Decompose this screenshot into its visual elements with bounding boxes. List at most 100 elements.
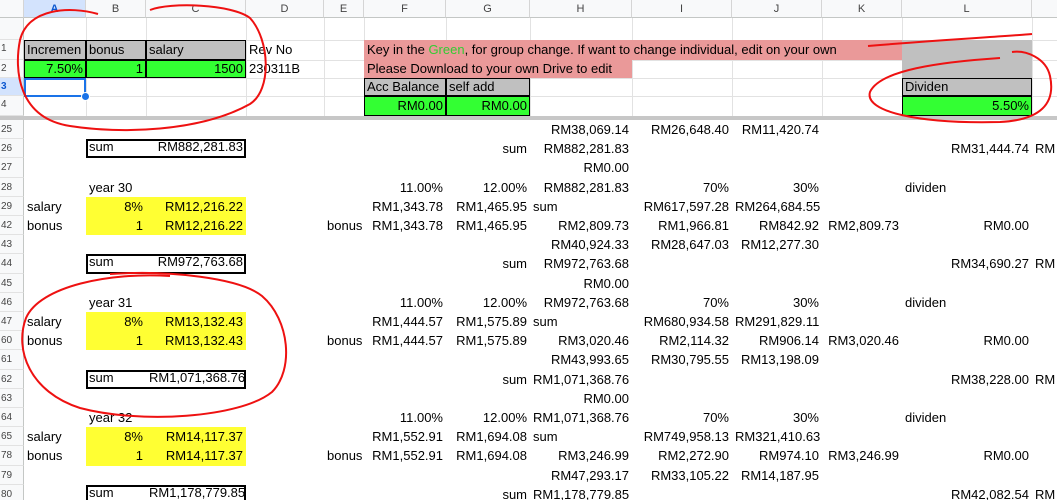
cell-h78[interactable]: RM3,246.99 xyxy=(530,446,632,466)
row-header[interactable]: 46 xyxy=(0,293,24,312)
note-instruction[interactable]: Key in the Green, for group change. If w… xyxy=(364,40,902,60)
cell-i79[interactable]: RM33,105.22 xyxy=(632,466,732,485)
cell-f60[interactable]: RM1,444.57 xyxy=(364,331,446,350)
cell-g60[interactable]: RM1,575.89 xyxy=(446,331,530,350)
cell-l1[interactable] xyxy=(902,40,1032,60)
cell-c29[interactable]: RM12,216.22 xyxy=(146,197,246,216)
cell-g29[interactable]: RM1,465.95 xyxy=(446,197,530,216)
cell-i29[interactable]: RM617,597.28 xyxy=(632,197,732,216)
cell-j46[interactable]: 30% xyxy=(732,293,822,312)
cell-c65[interactable]: RM14,117.37 xyxy=(146,427,246,446)
cell-i42[interactable]: RM1,966.81 xyxy=(632,216,732,235)
cell-a1-increment-label[interactable]: Incremen xyxy=(24,40,86,60)
cell-c42[interactable]: RM12,216.22 xyxy=(146,216,246,235)
cell-b1-bonus-label[interactable]: bonus xyxy=(86,40,146,60)
cell-g78[interactable]: RM1,694.08 xyxy=(446,446,530,466)
cell-i47[interactable]: RM680,934.58 xyxy=(632,312,732,331)
cell-i46[interactable]: 70% xyxy=(632,293,732,312)
row-header[interactable]: 44 xyxy=(0,254,24,274)
cell-m44[interactable]: RM xyxy=(1032,254,1057,274)
cell-i25[interactable]: RM26,648.40 xyxy=(632,120,732,139)
cell-h62[interactable]: RM1,071,368.76 xyxy=(530,370,632,389)
row-header[interactable]: 43 xyxy=(0,235,24,254)
cell-h27[interactable]: RM0.00 xyxy=(530,158,632,178)
cell-j61[interactable]: RM13,198.09 xyxy=(732,350,822,370)
note-download[interactable]: Please Download to your own Drive to edi… xyxy=(364,60,632,78)
cell-b60[interactable]: 1 xyxy=(86,331,146,350)
cell-j78[interactable]: RM974.10 xyxy=(732,446,822,466)
cell-j65[interactable]: RM321,410.63 xyxy=(732,427,822,446)
row-header[interactable]: 79 xyxy=(0,466,24,485)
cell-f3-acc-balance-label[interactable]: Acc Balance xyxy=(364,78,446,96)
cell-c60[interactable]: RM13,132.43 xyxy=(146,331,246,350)
cell-j79[interactable]: RM14,187.95 xyxy=(732,466,822,485)
cell-b65[interactable]: 8% xyxy=(86,427,146,446)
cell-l60[interactable]: RM0.00 xyxy=(902,331,1032,350)
column-header-b[interactable]: B xyxy=(86,0,146,18)
row-header[interactable]: 4 xyxy=(0,96,24,116)
column-header-j[interactable]: J xyxy=(732,0,822,18)
cell-h46[interactable]: RM972,763.68 xyxy=(530,293,632,312)
cell-h79[interactable]: RM47,293.17 xyxy=(530,466,632,485)
column-header-a[interactable]: A xyxy=(24,0,86,18)
cell-j25[interactable]: RM11,420.74 xyxy=(732,120,822,139)
row-header[interactable]: 2 xyxy=(0,60,24,78)
cell-j42[interactable]: RM842.92 xyxy=(732,216,822,235)
cell-l26[interactable]: RM31,444.74 xyxy=(902,139,1032,158)
column-header-l[interactable]: L xyxy=(902,0,1032,18)
row-header[interactable]: 42 xyxy=(0,216,24,235)
row-header[interactable]: 63 xyxy=(0,389,24,408)
cell-g28[interactable]: 12.00% xyxy=(446,178,530,197)
cell-f65[interactable]: RM1,552.91 xyxy=(364,427,446,446)
cell-f42[interactable]: RM1,343.78 xyxy=(364,216,446,235)
cell-j28[interactable]: 30% xyxy=(732,178,822,197)
cell-g47[interactable]: RM1,575.89 xyxy=(446,312,530,331)
cell-h65[interactable]: sum xyxy=(530,427,632,446)
cell-h60[interactable]: RM3,020.46 xyxy=(530,331,632,350)
cell-g65[interactable]: RM1,694.08 xyxy=(446,427,530,446)
cell-h64[interactable]: RM1,071,368.76 xyxy=(530,408,632,427)
cell-g46[interactable]: 12.00% xyxy=(446,293,530,312)
cell-f78[interactable]: RM1,552.91 xyxy=(364,446,446,466)
row-header[interactable]: 29 xyxy=(0,197,24,216)
row-header[interactable]: 65 xyxy=(0,427,24,446)
row-header[interactable]: 60 xyxy=(0,331,24,350)
cell-i65[interactable]: RM749,958.13 xyxy=(632,427,732,446)
cell-m62[interactable]: RM xyxy=(1032,370,1057,389)
cell-d1-rev-label[interactable]: Rev No xyxy=(246,40,324,60)
cell-i61[interactable]: RM30,795.55 xyxy=(632,350,732,370)
cell-a2-increment-input[interactable]: 7.50% xyxy=(24,60,86,78)
column-header-k[interactable]: K xyxy=(822,0,902,18)
cell-m80[interactable]: RM xyxy=(1032,485,1057,500)
cell-i60[interactable]: RM2,114.32 xyxy=(632,331,732,350)
cell-l4-dividen-input[interactable]: 5.50% xyxy=(902,96,1032,116)
cell-h42[interactable]: RM2,809.73 xyxy=(530,216,632,235)
column-header-m[interactable] xyxy=(1032,0,1057,18)
freeze-divider[interactable] xyxy=(0,116,1057,120)
cell-l44[interactable]: RM34,690.27 xyxy=(902,254,1032,274)
cell-b42[interactable]: 1 xyxy=(86,216,146,235)
cell-l28[interactable]: dividen xyxy=(902,178,1032,197)
column-header-d[interactable]: D xyxy=(246,0,324,18)
cell-j43[interactable]: RM12,277.30 xyxy=(732,235,822,254)
cell-b64[interactable]: year 32 xyxy=(86,408,146,427)
row-header[interactable]: 26 xyxy=(0,139,24,158)
cell-b46[interactable]: year 31 xyxy=(86,293,146,312)
cell-h80[interactable]: RM1,178,779.85 xyxy=(530,485,632,500)
column-header-g[interactable]: G xyxy=(446,0,530,18)
cell-f64[interactable]: 11.00% xyxy=(364,408,446,427)
row-header[interactable]: 47 xyxy=(0,312,24,331)
cell-h28[interactable]: RM882,281.83 xyxy=(530,178,632,197)
cell-i43[interactable]: RM28,647.03 xyxy=(632,235,732,254)
row-header[interactable]: 64 xyxy=(0,408,24,427)
cell-g4-self-add-input[interactable]: RM0.00 xyxy=(446,96,530,116)
cell-f46[interactable]: 11.00% xyxy=(364,293,446,312)
cell-m26[interactable]: RM xyxy=(1032,139,1057,158)
row-header[interactable]: 27 xyxy=(0,158,24,178)
cell-k78[interactable]: RM3,246.99 xyxy=(822,446,902,466)
cell-a78[interactable]: bonus xyxy=(24,446,86,466)
cell-a65[interactable]: salary xyxy=(24,427,86,446)
cell-h63[interactable]: RM0.00 xyxy=(530,389,632,408)
cell-g80[interactable]: sum xyxy=(446,485,530,500)
cell-g42[interactable]: RM1,465.95 xyxy=(446,216,530,235)
